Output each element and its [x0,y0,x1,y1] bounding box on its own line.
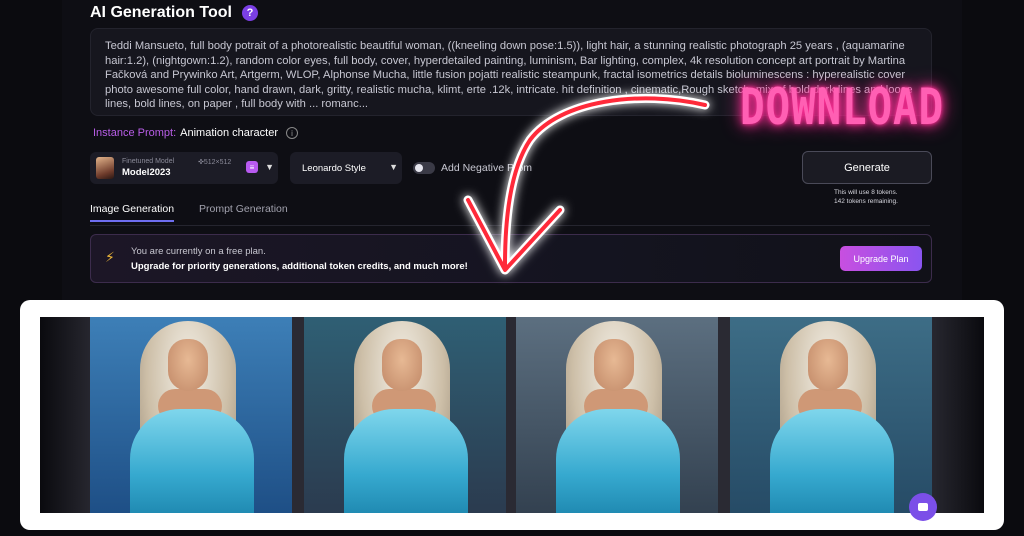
model-thumbnail [96,157,114,179]
generated-image-2[interactable] [304,317,506,513]
model-select[interactable]: Finetuned Model Model2023 ✜512×512 ≡ ▼ [90,152,278,184]
token-usage-text: This will use 8 tokens. [834,189,898,196]
chevron-down-icon[interactable]: ▼ [265,162,274,172]
tab-prompt-generation[interactable]: Prompt Generation [199,203,288,215]
lightning-bolt-icon: ⚡ [105,249,115,265]
generated-image-3[interactable] [516,317,718,513]
chat-support-icon[interactable] [909,493,937,521]
image-face [808,339,848,391]
toggle-knob [415,164,423,172]
image-face [382,339,422,391]
instance-prompt-value: Animation character [180,127,278,139]
generated-image-4[interactable] [730,317,932,513]
banner-plan-text: You are currently on a free plan. [131,246,266,257]
image-dress [770,409,894,513]
style-select-value: Leonardo Style [302,162,366,174]
download-overlay-text: DOWNLOAD [740,78,945,136]
page-title: AI Generation Tool [90,4,232,21]
negative-prompt-toggle[interactable] [413,162,435,174]
negative-prompt-label: Add Negative Prom [441,162,533,174]
header: AI Generation Tool ? [90,2,258,24]
image-face [594,339,634,391]
image-dress [556,409,680,513]
upgrade-banner: ⚡ You are currently on a free plan. Upgr… [90,234,932,283]
help-icon[interactable]: ? [241,5,258,21]
tab-image-generation[interactable]: Image Generation [90,203,175,222]
image-face [168,339,208,391]
generated-image-1[interactable] [90,317,292,513]
generate-button[interactable]: Generate [802,151,932,184]
image-dress [130,409,254,513]
chevron-down-icon[interactable]: ▼ [389,162,398,172]
style-select[interactable]: Leonardo Style ▼ [290,152,402,184]
instance-prompt-label: Instance Prompt: [93,127,177,139]
image-dress [344,409,468,513]
instance-prompt: Instance Prompt: Animation character i [93,127,298,139]
gallery-frame [20,300,1004,530]
tab-bar: Image Generation Prompt Generation [90,203,930,226]
model-name: Model2023 [122,167,171,178]
model-size: ✜512×512 [198,159,232,166]
model-badge-icon: ≡ [246,161,258,173]
banner-upgrade-text: Upgrade for priority generations, additi… [131,261,468,272]
upgrade-plan-button[interactable]: Upgrade Plan [840,246,922,271]
model-sub-label: Finetuned Model [122,158,175,165]
image-gallery [40,317,984,513]
info-icon[interactable]: i [285,127,298,139]
